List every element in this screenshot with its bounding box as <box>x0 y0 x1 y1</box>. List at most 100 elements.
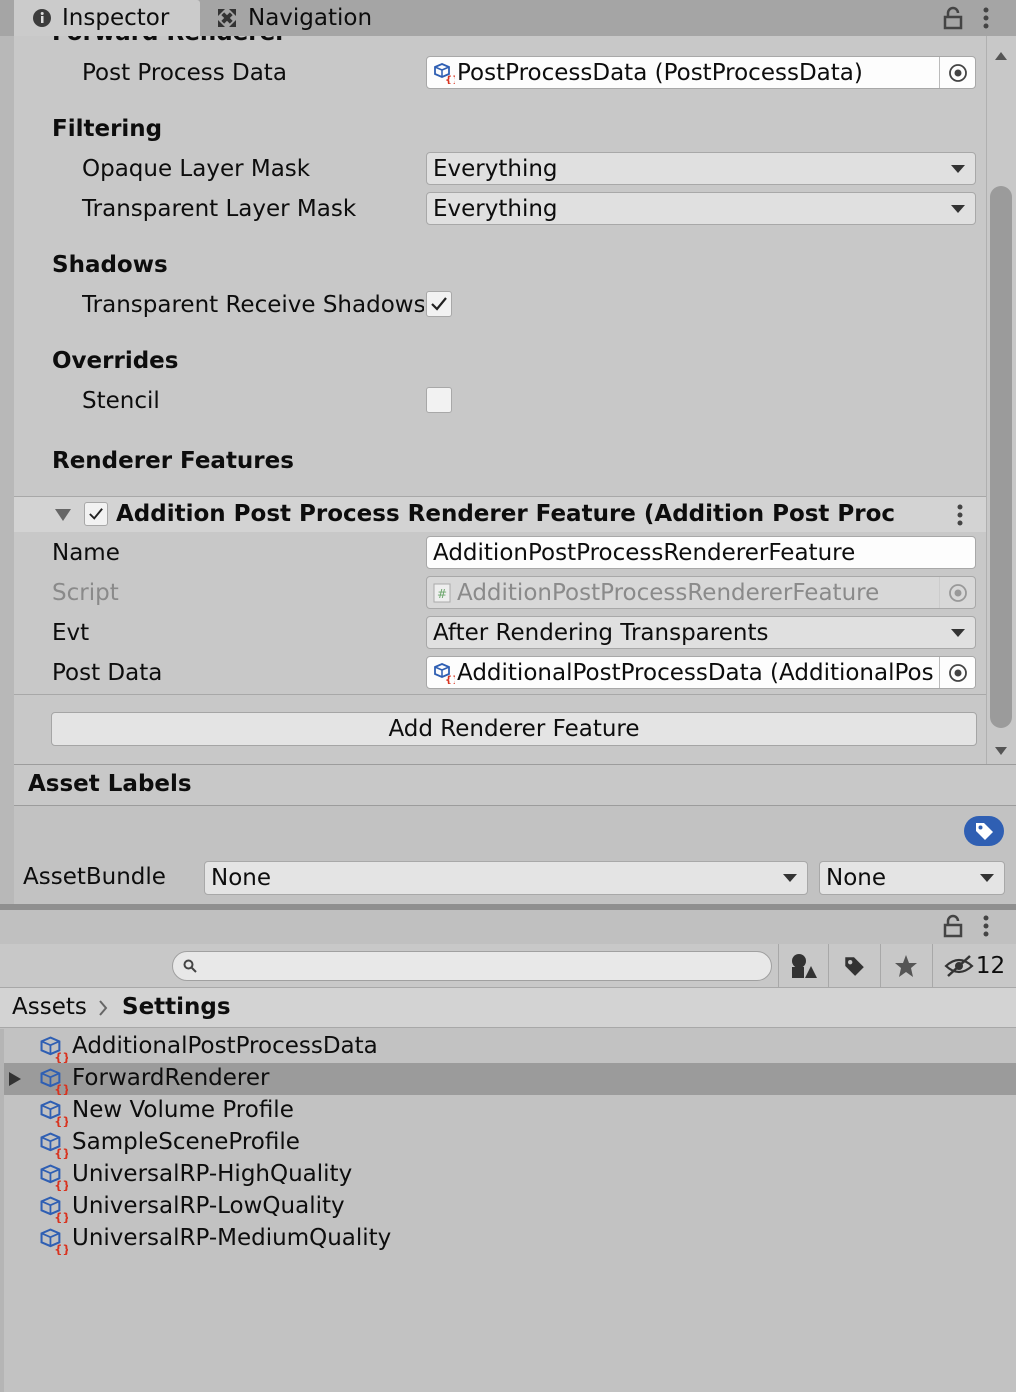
svg-text:{}: {} <box>445 675 455 684</box>
svg-text:{}: {} <box>54 1115 68 1127</box>
checkmark-icon <box>431 297 447 311</box>
svg-text:{}: {} <box>54 1051 68 1063</box>
scroll-down-arrow-icon[interactable] <box>994 741 1008 760</box>
add-renderer-feature-button[interactable]: Add Renderer Feature <box>51 712 977 746</box>
breadcrumb-current[interactable]: Settings <box>122 994 231 1020</box>
chevron-down-icon <box>951 205 965 213</box>
scriptable-object-icon: {} <box>433 662 455 684</box>
list-item[interactable]: {} ForwardRenderer <box>4 1063 1016 1097</box>
renderer-feature-header[interactable]: Addition Post Process Renderer Feature (… <box>14 496 986 532</box>
tab-inspector[interactable]: Inspector <box>14 0 200 36</box>
opaque-layer-mask-value: Everything <box>433 155 558 182</box>
transparent-receive-shadows-label: Transparent Receive Shadows <box>82 292 424 318</box>
stencil-checkbox[interactable] <box>426 387 452 413</box>
transparent-layer-mask-label: Transparent Layer Mask <box>82 196 357 222</box>
search-icon <box>183 959 197 973</box>
object-picker-icon[interactable] <box>939 57 975 88</box>
object-picker-icon <box>939 577 975 608</box>
search-input[interactable] <box>203 955 743 977</box>
kebab-menu-icon[interactable] <box>980 6 992 34</box>
hidden-count: 12 <box>975 953 1006 979</box>
tab-navigation[interactable]: Navigation <box>200 0 390 36</box>
svg-text:{}: {} <box>445 75 455 84</box>
scriptable-object-icon: {} <box>38 1227 71 1259</box>
asset-labels-header[interactable]: Asset Labels <box>14 764 1016 806</box>
kebab-menu-icon[interactable] <box>954 503 966 531</box>
post-process-data-field[interactable]: {} PostProcessData (PostProcessData) <box>426 56 976 89</box>
list-item[interactable]: {} New Volume Profile <box>4 1095 1016 1129</box>
hidden-packages-toggle[interactable]: 12 <box>932 944 1016 988</box>
label-tag-icon[interactable] <box>964 816 1004 846</box>
chevron-down-icon <box>951 629 965 637</box>
transparent-receive-shadows-checkbox[interactable] <box>426 291 452 317</box>
opaque-layer-mask-dropdown[interactable]: Everything <box>426 152 976 185</box>
lock-icon[interactable] <box>942 6 964 34</box>
assetbundle-variant-value: None <box>826 865 887 891</box>
search-box[interactable] <box>172 951 772 981</box>
divider <box>14 694 986 695</box>
tab-navigation-label: Navigation <box>248 5 373 31</box>
chevron-down-icon <box>951 165 965 173</box>
filtering-header: Filtering <box>52 116 163 142</box>
file-name: UniversalRP-LowQuality <box>72 1193 345 1219</box>
info-icon <box>32 8 52 28</box>
tag-icon <box>844 957 864 976</box>
search-by-label-button[interactable] <box>828 944 878 988</box>
search-by-type-button[interactable] <box>778 944 828 988</box>
overrides-header: Overrides <box>52 348 179 374</box>
project-toolbar: 12 <box>0 944 1016 988</box>
tab-inspector-label: Inspector <box>62 5 170 31</box>
feature-name-value: AdditionPostProcessRendererFeature <box>433 539 856 566</box>
file-name: UniversalRP-MediumQuality <box>72 1225 392 1251</box>
svg-text:#: # <box>437 587 447 601</box>
feature-post-data-value: AdditionalPostProcessData (AdditionalPos… <box>457 659 933 686</box>
scroll-up-arrow-icon[interactable] <box>994 46 1008 65</box>
navigation-icon <box>216 7 238 29</box>
chevron-down-icon <box>980 874 994 882</box>
stencil-label: Stencil <box>82 388 160 414</box>
feature-evt-label: Evt <box>52 620 90 646</box>
clipped-section-header: Forward Renderer <box>52 36 287 46</box>
list-item[interactable]: {} UniversalRP-HighQuality <box>4 1159 1016 1193</box>
eye-hidden-icon <box>944 955 974 977</box>
expand-arrow-icon[interactable] <box>8 1071 22 1091</box>
post-process-data-value: PostProcessData (PostProcessData) <box>457 59 863 86</box>
kebab-menu-icon[interactable] <box>980 914 992 942</box>
breadcrumb: Assets Settings <box>0 988 1016 1028</box>
chevron-right-icon <box>98 1000 108 1020</box>
svg-text:{}: {} <box>54 1147 68 1159</box>
object-picker-icon[interactable] <box>939 657 975 688</box>
chevron-down-icon <box>783 874 797 882</box>
feature-evt-value: After Rendering Transparents <box>433 619 769 646</box>
feature-name-input[interactable]: AdditionPostProcessRendererFeature <box>426 536 976 569</box>
csharp-script-icon: # <box>433 583 451 603</box>
svg-text:{}: {} <box>54 1179 68 1191</box>
checkmark-icon <box>89 508 103 520</box>
favorites-button[interactable] <box>880 944 930 988</box>
feature-post-data-label: Post Data <box>52 660 163 686</box>
list-item[interactable]: {} AdditionalPostProcessData <box>4 1031 1016 1065</box>
shapes-icon <box>791 954 817 978</box>
feature-script-value: AdditionPostProcessRendererFeature <box>457 579 880 606</box>
feature-script-label: Script <box>52 580 119 606</box>
breadcrumb-root[interactable]: Assets <box>12 994 87 1020</box>
file-name: New Volume Profile <box>72 1097 294 1123</box>
assetbundle-name-value: None <box>211 865 272 891</box>
list-item[interactable]: {} UniversalRP-MediumQuality <box>4 1223 1016 1257</box>
feature-post-data-field[interactable]: {} AdditionalPostProcessData (Additional… <box>426 656 976 689</box>
list-item[interactable]: {} UniversalRP-LowQuality <box>4 1191 1016 1225</box>
transparent-layer-mask-dropdown[interactable]: Everything <box>426 192 976 225</box>
feature-evt-dropdown[interactable]: After Rendering Transparents <box>426 616 976 649</box>
file-name: ForwardRenderer <box>72 1065 270 1091</box>
feature-enabled-checkbox[interactable] <box>84 502 108 526</box>
file-name: AdditionalPostProcessData <box>72 1033 378 1059</box>
opaque-layer-mask-label: Opaque Layer Mask <box>82 156 311 182</box>
svg-text:{}: {} <box>54 1083 68 1095</box>
lock-icon[interactable] <box>942 914 964 942</box>
foldout-arrow-icon[interactable] <box>54 507 72 526</box>
renderer-features-header: Renderer Features <box>52 448 294 474</box>
scrollbar-thumb[interactable] <box>990 186 1012 728</box>
list-item[interactable]: {} SampleSceneProfile <box>4 1127 1016 1161</box>
assetbundle-name-dropdown[interactable]: None <box>204 861 808 895</box>
assetbundle-variant-dropdown[interactable]: None <box>819 861 1005 895</box>
